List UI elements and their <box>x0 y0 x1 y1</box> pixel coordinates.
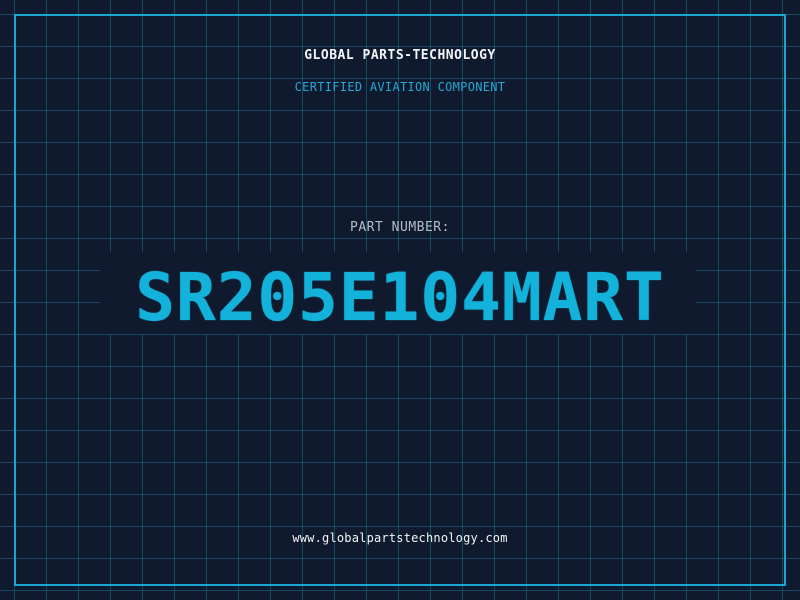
part-card: GLOBAL PARTS-TECHNOLOGY CERTIFIED AVIATI… <box>0 0 800 600</box>
company-name: GLOBAL PARTS-TECHNOLOGY <box>304 48 496 63</box>
website-url: www.globalpartstechnology.com <box>292 531 508 545</box>
part-number-label: PART NUMBER: <box>350 220 450 235</box>
part-number-value: SR205E104MART <box>135 259 665 336</box>
certification-tagline: CERTIFIED AVIATION COMPONENT <box>294 80 506 94</box>
